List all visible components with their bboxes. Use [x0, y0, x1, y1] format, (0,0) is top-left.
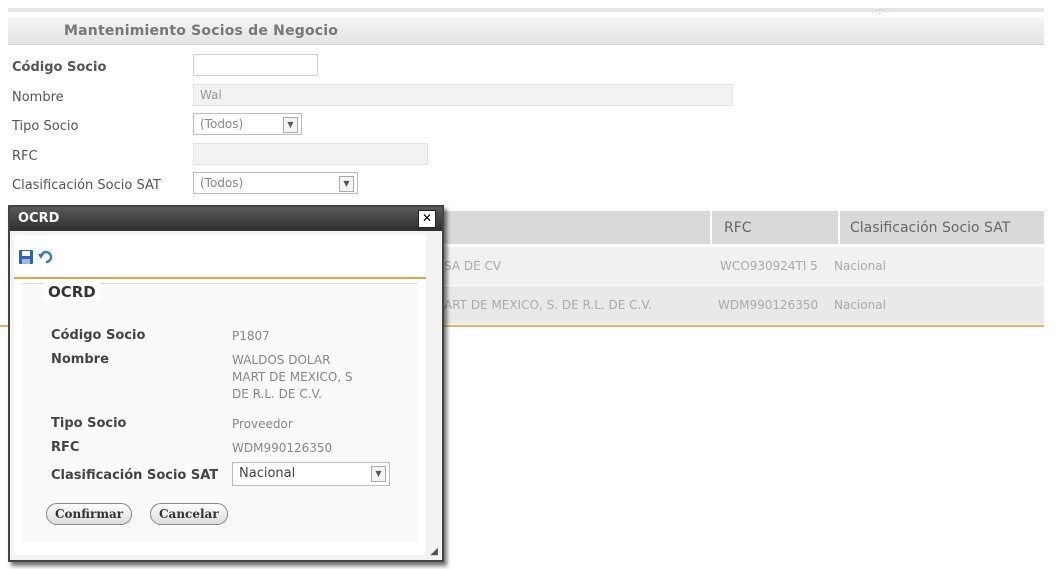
clasificacion-sat-select[interactable]: (Todos) ▼	[193, 172, 358, 194]
dlg-clasificacion-value: Nacional	[239, 466, 296, 481]
save-icon[interactable]	[18, 249, 34, 265]
grid-header-rfc-label: RFC	[724, 220, 752, 236]
cell-clasificacion: Nacional	[834, 259, 886, 273]
grid-header-clasificacion[interactable]: Clasificación Socio SAT	[840, 211, 1044, 244]
nombre-label: Nombre	[12, 90, 64, 105]
rfc-input[interactable]	[193, 143, 428, 165]
clasificacion-sat-value: (Todos)	[200, 176, 244, 190]
rfc-label: RFC	[12, 149, 38, 164]
grid-header-rfc[interactable]: RFC	[712, 211, 838, 244]
tipo-socio-select[interactable]: (Todos) ▼	[193, 113, 302, 135]
cancel-button[interactable]: Cancelar	[150, 503, 228, 525]
cell-nombre: ART DE MEXICO, S. DE R.L. DE C.V.	[444, 298, 652, 312]
resize-grip-icon[interactable]: ◢	[430, 546, 438, 557]
codigo-socio-input[interactable]	[193, 54, 318, 76]
dlg-rfc-value: WDM990126350	[232, 441, 333, 455]
dlg-rfc-label: RFC	[51, 440, 80, 455]
cell-rfc: WDM990126350	[718, 298, 819, 312]
dialog-titlebar[interactable]: OCRD ✕	[10, 207, 442, 231]
nombre-input[interactable]: Wal	[193, 84, 733, 106]
grid-header-clasificacion-label: Clasificación Socio SAT	[850, 220, 1011, 236]
top-divider	[8, 8, 1044, 12]
chevron-down-icon[interactable]: ▼	[339, 176, 354, 192]
tipo-socio-value: (Todos)	[200, 117, 244, 131]
page-title: Mantenimiento Socios de Negocio	[64, 23, 339, 39]
cell-clasificacion: Nacional	[834, 298, 886, 312]
panel-header: Mantenimiento Socios de Negocio	[8, 18, 1044, 45]
dlg-clasificacion-select[interactable]: Nacional ▼	[232, 462, 390, 486]
dlg-nombre-line3: DE R.L. DE C.V.	[232, 387, 322, 401]
codigo-socio-label: Código Socio	[12, 60, 107, 75]
dlg-clasificacion-label: Clasificación Socio SAT	[51, 468, 219, 483]
section-title: OCRD	[44, 283, 100, 301]
dlg-nombre-label: Nombre	[51, 352, 109, 367]
chevron-down-icon[interactable]: ▼	[283, 117, 298, 133]
close-icon[interactable]: ✕	[418, 210, 436, 228]
undo-icon[interactable]	[38, 249, 54, 265]
grid-header-nombre[interactable]	[444, 211, 710, 244]
dlg-nombre-line1: WALDOS DOLAR	[232, 353, 331, 367]
confirm-button[interactable]: Confirmar	[46, 503, 133, 525]
decoration-icon: ·:·	[875, 6, 885, 17]
dlg-nombre-line2: MART DE MEXICO, S	[232, 370, 353, 384]
dlg-tipo-label: Tipo Socio	[51, 416, 127, 431]
dlg-tipo-value: Proveedor	[232, 417, 293, 431]
tipo-socio-label: Tipo Socio	[12, 119, 79, 134]
dialog-toolbar	[14, 241, 426, 279]
cell-nombre: SA DE CV	[444, 259, 502, 273]
cell-rfc: WCO930924TI 5	[720, 259, 818, 273]
dlg-codigo-value: P1807	[232, 329, 270, 343]
dialog-title: OCRD	[18, 211, 60, 226]
chevron-down-icon[interactable]: ▼	[371, 466, 386, 482]
clasificacion-sat-label: Clasificación Socio SAT	[12, 178, 161, 193]
dlg-codigo-label: Código Socio	[51, 328, 146, 343]
dialog-body: OCRD Código Socio P1807 Nombre WALDOS DO…	[14, 235, 426, 555]
ocrd-dialog: OCRD ✕ OCRD Código Socio P1807 Nombre WA…	[8, 205, 444, 562]
